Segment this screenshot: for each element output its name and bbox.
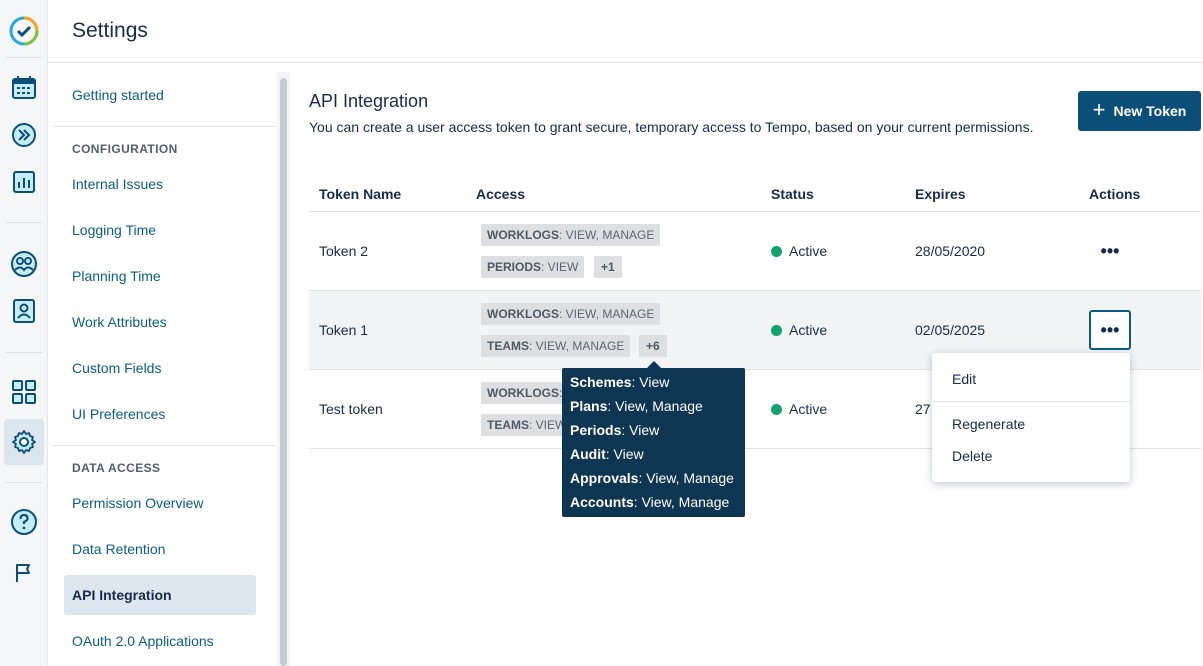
- token-name: Token 1: [319, 322, 369, 338]
- calendar-icon[interactable]: [4, 68, 44, 108]
- status-dot-icon: [771, 246, 782, 257]
- page-header: Settings: [48, 0, 1203, 63]
- table-row: [309, 212, 1201, 290]
- tooltip-line: Periods: View: [570, 422, 660, 438]
- expires-date: 28/05/2020: [915, 243, 986, 259]
- access-tag: WORKLOGS: VIEW, MANAGE: [481, 224, 661, 246]
- status-dot-icon: [771, 404, 782, 415]
- grid-icon[interactable]: [4, 372, 44, 412]
- person-card-icon[interactable]: [4, 291, 44, 331]
- settings-nav: Getting started CONFIGURATION Internal I…: [48, 63, 276, 666]
- status-text: Active: [789, 243, 828, 259]
- nav-work-attributes[interactable]: Work Attributes: [72, 314, 167, 330]
- section-description: You can create a user access token to gr…: [309, 119, 1034, 135]
- new-token-button[interactable]: + New Token: [1078, 91, 1201, 131]
- nav-logging-time[interactable]: Logging Time: [72, 222, 156, 238]
- nav-section-data-access: DATA ACCESS: [72, 461, 161, 475]
- more-access-badge[interactable]: +1: [594, 256, 622, 278]
- flag-icon[interactable]: [4, 553, 44, 593]
- access-tooltip: Schemes: View Plans: View, Manage Period…: [562, 368, 745, 517]
- status-text: Active: [789, 401, 828, 417]
- menu-item-edit[interactable]: Edit: [952, 371, 976, 387]
- nav-internal-issues[interactable]: Internal Issues: [72, 176, 163, 192]
- more-access-badge[interactable]: +6: [639, 335, 667, 357]
- access-tag: TEAMS: VIEW, MANAGE: [481, 335, 631, 357]
- nav-planning-time[interactable]: Planning Time: [72, 268, 161, 284]
- nav-data-retention[interactable]: Data Retention: [72, 541, 165, 557]
- col-header-status: Status: [771, 186, 814, 202]
- help-icon[interactable]: [4, 502, 44, 542]
- access-tag: PERIODS: VIEW: [481, 256, 585, 278]
- nav-ui-preferences[interactable]: UI Preferences: [72, 406, 165, 422]
- bar-chart-icon[interactable]: [4, 162, 44, 202]
- nav-permission-overview[interactable]: Permission Overview: [72, 495, 203, 511]
- nav-api-integration[interactable]: API Integration: [72, 587, 172, 603]
- token-name: Token 2: [319, 243, 369, 259]
- nav-scrollbar-thumb[interactable]: [280, 78, 287, 666]
- gear-icon[interactable]: [4, 419, 44, 465]
- tempo-logo-icon[interactable]: [4, 11, 44, 51]
- double-chevron-icon[interactable]: [4, 115, 44, 155]
- nav-oauth-applications[interactable]: OAuth 2.0 Applications: [72, 633, 214, 649]
- col-header-actions: Actions: [1089, 186, 1141, 202]
- app-rail: [0, 0, 48, 666]
- team-icon[interactable]: [4, 244, 44, 284]
- status-dot-icon: [771, 325, 782, 336]
- row-actions-button[interactable]: •••: [1089, 310, 1131, 350]
- tooltip-line: Approvals: View, Manage: [570, 470, 734, 486]
- tooltip-line: Plans: View, Manage: [570, 398, 703, 414]
- col-header-expires: Expires: [915, 186, 966, 202]
- access-tag: WORKLOGS:: [481, 382, 569, 404]
- access-tag: WORKLOGS: VIEW, MANAGE: [481, 303, 661, 325]
- section-title: API Integration: [309, 91, 429, 111]
- tooltip-arrow: [647, 361, 661, 368]
- menu-item-regenerate[interactable]: Regenerate: [952, 416, 1025, 432]
- col-header-name: Token Name: [319, 186, 402, 202]
- col-header-access: Access: [476, 186, 526, 202]
- access-tag: TEAMS: VIEW: [481, 414, 573, 436]
- page-title: Settings: [72, 19, 148, 42]
- token-name: Test token: [319, 401, 383, 417]
- nav-custom-fields[interactable]: Custom Fields: [72, 360, 161, 376]
- nav-getting-started[interactable]: Getting started: [72, 87, 164, 103]
- new-token-label: New Token: [1113, 103, 1187, 119]
- row-actions-button[interactable]: •••: [1089, 231, 1131, 271]
- actions-menu: Edit Regenerate Delete: [932, 353, 1130, 482]
- expires-date: 27: [915, 401, 931, 417]
- tooltip-line: Schemes: View: [570, 374, 670, 390]
- tooltip-line: Audit: View: [570, 446, 644, 462]
- tooltip-line: Accounts: View, Manage: [570, 494, 730, 510]
- expires-date: 02/05/2025: [915, 322, 986, 338]
- status-text: Active: [789, 322, 828, 338]
- menu-item-delete[interactable]: Delete: [952, 448, 992, 464]
- nav-section-configuration: CONFIGURATION: [72, 142, 178, 156]
- plus-icon: +: [1092, 97, 1106, 122]
